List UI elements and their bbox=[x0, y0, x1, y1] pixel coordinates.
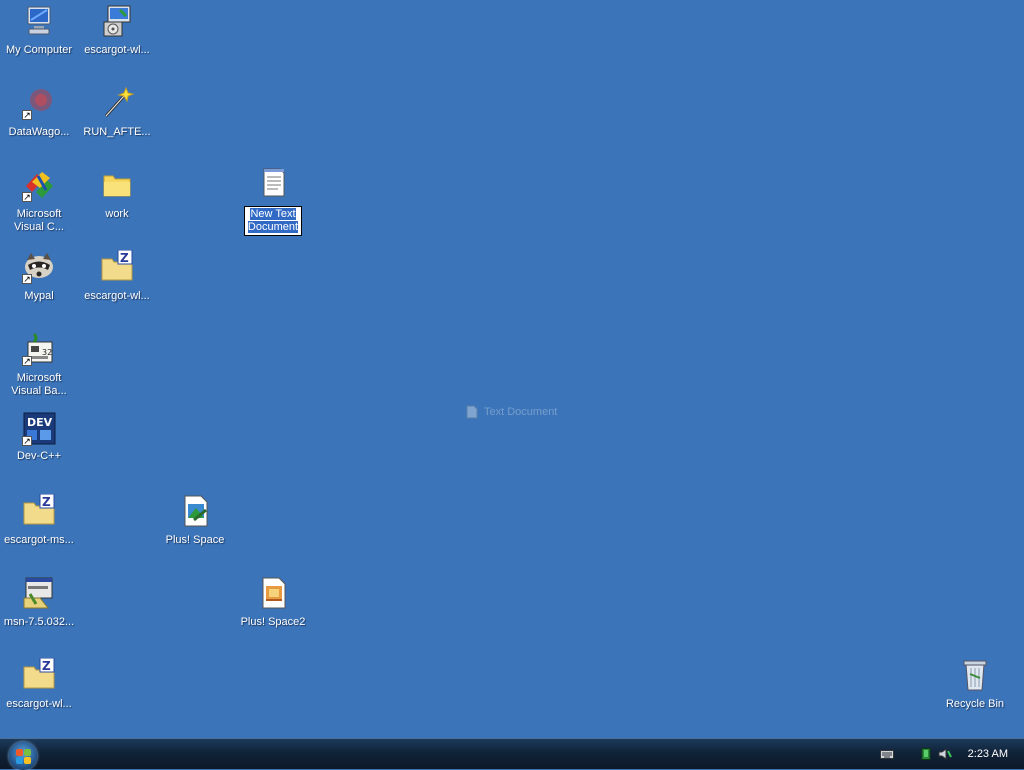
desktop-icon-mypal[interactable]: ↗ Mypal bbox=[0, 250, 78, 303]
desktop-icon-label: escargot-ms... bbox=[4, 534, 74, 546]
theme-file-icon bbox=[178, 494, 212, 528]
desktop-icon-msn[interactable]: msn-7.5.032... bbox=[0, 576, 78, 629]
desktop-icon-label: escargot-wl... bbox=[6, 698, 72, 710]
desktop-icon-new-text-document[interactable]: New Text Document bbox=[234, 168, 312, 236]
desktop-icon-my-computer[interactable]: My Computer bbox=[0, 4, 78, 57]
desktop-icon-label: Plus! Space2 bbox=[240, 616, 306, 628]
theme-file2-icon bbox=[256, 576, 290, 610]
installer-icon bbox=[100, 4, 134, 38]
visual-c-icon: ↗ bbox=[22, 168, 56, 202]
computer-icon bbox=[22, 4, 56, 38]
svg-text:DEV: DEV bbox=[27, 416, 53, 429]
network-icon[interactable] bbox=[920, 748, 934, 760]
keyboard-icon[interactable] bbox=[879, 748, 894, 760]
desktop-icon-work[interactable]: work bbox=[78, 168, 156, 221]
desktop-icon-label: Microsoft Visual C... bbox=[14, 208, 64, 233]
svg-text:32: 32 bbox=[42, 348, 52, 357]
desktop-icon-label: Recycle Bin bbox=[945, 698, 1005, 710]
svg-text:Z: Z bbox=[120, 251, 129, 265]
svg-text:Z: Z bbox=[42, 659, 51, 673]
start-orb-icon[interactable] bbox=[9, 742, 37, 770]
desktop-icon-label: work bbox=[105, 208, 129, 220]
shortcut-arrow-icon: ↗ bbox=[22, 110, 32, 120]
desktop[interactable]: My Computer ↗ DataWago... ↗ Microsoft Vis… bbox=[0, 0, 1024, 738]
desktop-icon-escargot-ms[interactable]: Z escargot-ms... bbox=[0, 494, 78, 547]
folder-icon bbox=[100, 168, 134, 202]
drag-ghost-label: Text Document bbox=[484, 406, 558, 418]
desktop-icon-label: escargot-wl... bbox=[84, 290, 150, 302]
text-document-icon bbox=[256, 168, 290, 202]
raccoon-icon: ↗ bbox=[22, 250, 56, 284]
visual-basic-icon: 32 ↗ bbox=[22, 332, 56, 366]
datawagon-icon: ↗ bbox=[22, 86, 56, 120]
zip-folder-icon: Z bbox=[22, 494, 56, 528]
desktop-icon-dev-cpp[interactable]: DEV ↗ Dev-C++ bbox=[0, 412, 78, 463]
desktop-icon-escargot-wl-2[interactable]: Z escargot-wl... bbox=[78, 250, 156, 303]
desktop-icon-plus-space[interactable]: Plus! Space bbox=[156, 494, 234, 547]
desktop-icon-recycle-bin[interactable]: Recycle Bin bbox=[936, 658, 1014, 711]
desktop-icon-label: Plus! Space bbox=[165, 534, 225, 546]
drag-ghost: Text Document bbox=[466, 405, 557, 419]
zip-folder-icon: Z bbox=[100, 250, 134, 284]
desktop-icon-datawagon[interactable]: ↗ DataWago... bbox=[0, 86, 78, 139]
desktop-icon-escargot-wl-3[interactable]: Z escargot-wl... bbox=[0, 658, 78, 711]
rename-textbox[interactable]: New Text Document bbox=[243, 206, 303, 236]
desktop-icon-visual-c[interactable]: ↗ Microsoft Visual C... bbox=[0, 168, 78, 234]
desktop-icon-label: msn-7.5.032... bbox=[3, 616, 75, 628]
zip-folder-icon: Z bbox=[22, 658, 56, 692]
text-document-icon bbox=[466, 405, 478, 419]
desktop-icon-label: RUN_AFTE... bbox=[83, 126, 151, 138]
shortcut-arrow-icon: ↗ bbox=[22, 436, 32, 446]
volume-icon[interactable] bbox=[938, 748, 952, 760]
desktop-icon-label: escargot-wl... bbox=[84, 44, 150, 56]
svg-text:Z: Z bbox=[42, 495, 51, 509]
desktop-icon-label: DataWago... bbox=[8, 126, 70, 138]
dev-cpp-icon: DEV ↗ bbox=[22, 412, 56, 446]
desktop-icon-run-after[interactable]: RUN_AFTE... bbox=[78, 86, 156, 139]
desktop-icon-plus-space2[interactable]: Plus! Space2 bbox=[234, 576, 312, 629]
desktop-icon-label: Dev-C++ bbox=[16, 450, 62, 462]
shortcut-arrow-icon: ↗ bbox=[22, 274, 32, 284]
taskbar: 2:23 AM bbox=[0, 738, 1024, 770]
desktop-icon-escargot-wl-1[interactable]: escargot-wl... bbox=[78, 4, 156, 57]
wand-icon bbox=[100, 86, 134, 120]
system-tray: 2:23 AM bbox=[879, 739, 1024, 769]
desktop-icon-label: Microsoft Visual Ba... bbox=[11, 372, 67, 397]
desktop-icon-label: Mypal bbox=[24, 290, 54, 302]
desktop-icon-label: My Computer bbox=[5, 44, 73, 56]
shortcut-arrow-icon: ↗ bbox=[22, 356, 32, 366]
clock[interactable]: 2:23 AM bbox=[968, 748, 1008, 760]
rename-text: New Text Document bbox=[247, 208, 299, 233]
recycle-bin-icon bbox=[958, 658, 992, 692]
desktop-icon-visual-basic[interactable]: 32 ↗ Microsoft Visual Ba... bbox=[0, 332, 78, 398]
shortcut-arrow-icon: ↗ bbox=[22, 192, 32, 202]
setup-icon bbox=[22, 576, 56, 610]
